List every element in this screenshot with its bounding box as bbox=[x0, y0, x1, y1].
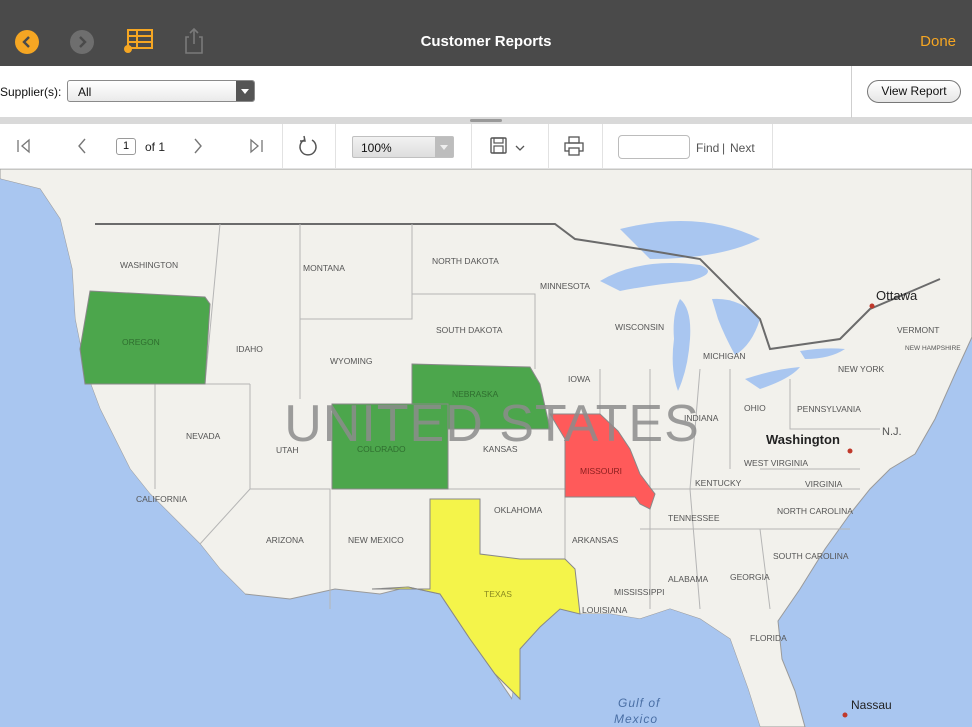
state-label-georgia: GEORGIA bbox=[730, 572, 770, 582]
toolbar-separator bbox=[548, 124, 549, 169]
toolbar-separator bbox=[772, 124, 773, 169]
grip-handle[interactable] bbox=[470, 119, 502, 122]
state-label-indiana: INDIANA bbox=[684, 413, 719, 423]
title-bar: Customer Reports Done bbox=[0, 0, 972, 66]
state-label-pennsylvania: PENNSYLVANIA bbox=[797, 404, 861, 414]
first-page-button[interactable] bbox=[12, 134, 36, 158]
print-button[interactable] bbox=[562, 134, 586, 158]
find-button[interactable]: Find bbox=[696, 141, 719, 155]
state-label-south-dakota: SOUTH DAKOTA bbox=[436, 325, 503, 335]
state-label-north-carolina: NORTH CAROLINA bbox=[777, 506, 853, 516]
toolbar-separator bbox=[335, 124, 336, 169]
city-label-ottawa: Ottawa bbox=[876, 288, 918, 303]
supplier-filter-bar: Supplier(s): All View Report bbox=[0, 66, 972, 118]
state-label-wyoming: WYOMING bbox=[330, 356, 373, 366]
view-report-button[interactable]: View Report bbox=[867, 80, 961, 103]
state-label-vermont: VERMONT bbox=[897, 325, 940, 335]
first-page-icon bbox=[17, 138, 30, 154]
state-label-idaho: IDAHO bbox=[236, 344, 263, 354]
state-label-nebraska: NEBRASKA bbox=[452, 389, 499, 399]
state-label-minnesota: MINNESOTA bbox=[540, 281, 590, 291]
state-label-utah: UTAH bbox=[276, 445, 299, 455]
state-label-iowa: IOWA bbox=[568, 374, 591, 384]
previous-page-button[interactable] bbox=[70, 134, 94, 158]
state-label-florida: FLORIDA bbox=[750, 633, 787, 643]
water-label-gulf-2: Mexico bbox=[614, 712, 658, 726]
find-input[interactable] bbox=[618, 135, 690, 159]
toolbar-separator bbox=[282, 124, 283, 169]
page-count-label: of 1 bbox=[145, 140, 166, 154]
state-label-new-mexico: NEW MEXICO bbox=[348, 535, 404, 545]
chevron-down-icon bbox=[236, 81, 254, 101]
city-marker-nassau bbox=[842, 712, 848, 718]
toolbar-separator bbox=[471, 124, 472, 169]
state-label-virginia: VIRGINIA bbox=[805, 479, 843, 489]
state-label-nj: N.J. bbox=[882, 426, 902, 438]
city-label-nassau: Nassau bbox=[851, 698, 892, 712]
state-label-colorado: COLORADO bbox=[357, 444, 406, 454]
state-label-new-hampshire: NEW HAMPSHIRE bbox=[905, 345, 961, 352]
state-label-wisconsin: WISCONSIN bbox=[615, 322, 664, 332]
page-title: Customer Reports bbox=[420, 33, 552, 50]
state-label-west-virginia: WEST VIRGINIA bbox=[744, 458, 808, 468]
page-number-input[interactable]: 1 bbox=[116, 138, 136, 155]
state-label-tennessee: TENNESSEE bbox=[668, 513, 720, 523]
divider bbox=[851, 66, 852, 118]
state-label-alabama: ALABAMA bbox=[668, 574, 708, 584]
chevron-left-icon bbox=[78, 138, 86, 154]
chevron-right-icon bbox=[194, 138, 202, 154]
state-label-california: CALIFORNIA bbox=[136, 494, 187, 504]
state-label-kentucky: KENTUCKY bbox=[695, 478, 742, 488]
next-button[interactable]: Next bbox=[730, 141, 755, 155]
state-label-missouri: MISSOURI bbox=[580, 466, 622, 476]
state-label-north-dakota: NORTH DAKOTA bbox=[432, 256, 499, 266]
supplier-selected-value: All bbox=[78, 85, 92, 99]
zoom-value: 100% bbox=[361, 141, 392, 155]
save-icon bbox=[490, 137, 525, 154]
state-label-nevada: NEVADA bbox=[186, 431, 221, 441]
state-label-arizona: ARIZONA bbox=[266, 535, 304, 545]
state-label-oregon: OREGON bbox=[122, 337, 160, 347]
state-label-kansas: KANSAS bbox=[483, 444, 518, 454]
state-label-mississippi: MISSISSIPPI bbox=[614, 587, 665, 597]
state-label-michigan: MICHIGAN bbox=[703, 351, 746, 361]
report-toolbar: 1 of 1 100% Find | Next bbox=[0, 124, 972, 169]
state-label-south-carolina: SOUTH CAROLINA bbox=[773, 551, 849, 561]
last-page-button[interactable] bbox=[244, 134, 268, 158]
state-label-arkansas: ARKANSAS bbox=[572, 535, 619, 545]
find-separator: | bbox=[722, 141, 726, 155]
state-label-oklahoma: OKLAHOMA bbox=[494, 505, 543, 515]
city-marker-washington bbox=[847, 448, 853, 454]
export-button[interactable] bbox=[488, 134, 532, 158]
city-marker-ottawa bbox=[869, 303, 875, 309]
state-label-montana: MONTANA bbox=[303, 263, 345, 273]
toolbar-separator bbox=[602, 124, 603, 169]
report-map[interactable]: UNITED STATES WASHINGTON MONTANA NORTH D… bbox=[0, 169, 972, 727]
supplier-label: Supplier(s): bbox=[0, 85, 62, 99]
city-label-washington: Washington bbox=[766, 432, 840, 447]
us-map: UNITED STATES WASHINGTON MONTANA NORTH D… bbox=[0, 169, 972, 727]
last-page-icon bbox=[250, 138, 263, 154]
next-page-button[interactable] bbox=[186, 134, 210, 158]
state-label-new-york: NEW YORK bbox=[838, 364, 884, 374]
refresh-button[interactable] bbox=[296, 134, 320, 158]
water-label-gulf-1: Gulf of bbox=[618, 696, 661, 710]
supplier-select[interactable]: All bbox=[67, 80, 255, 102]
state-label-washington: WASHINGTON bbox=[120, 260, 178, 270]
zoom-select[interactable]: 100% bbox=[352, 136, 454, 158]
state-label-louisiana: LOUISIANA bbox=[582, 605, 628, 615]
chevron-down-icon bbox=[435, 137, 453, 157]
print-icon bbox=[564, 136, 584, 156]
state-label-texas: TEXAS bbox=[484, 589, 512, 599]
refresh-icon bbox=[299, 135, 317, 156]
done-button[interactable]: Done bbox=[920, 33, 956, 50]
state-label-ohio: OHIO bbox=[744, 403, 766, 413]
